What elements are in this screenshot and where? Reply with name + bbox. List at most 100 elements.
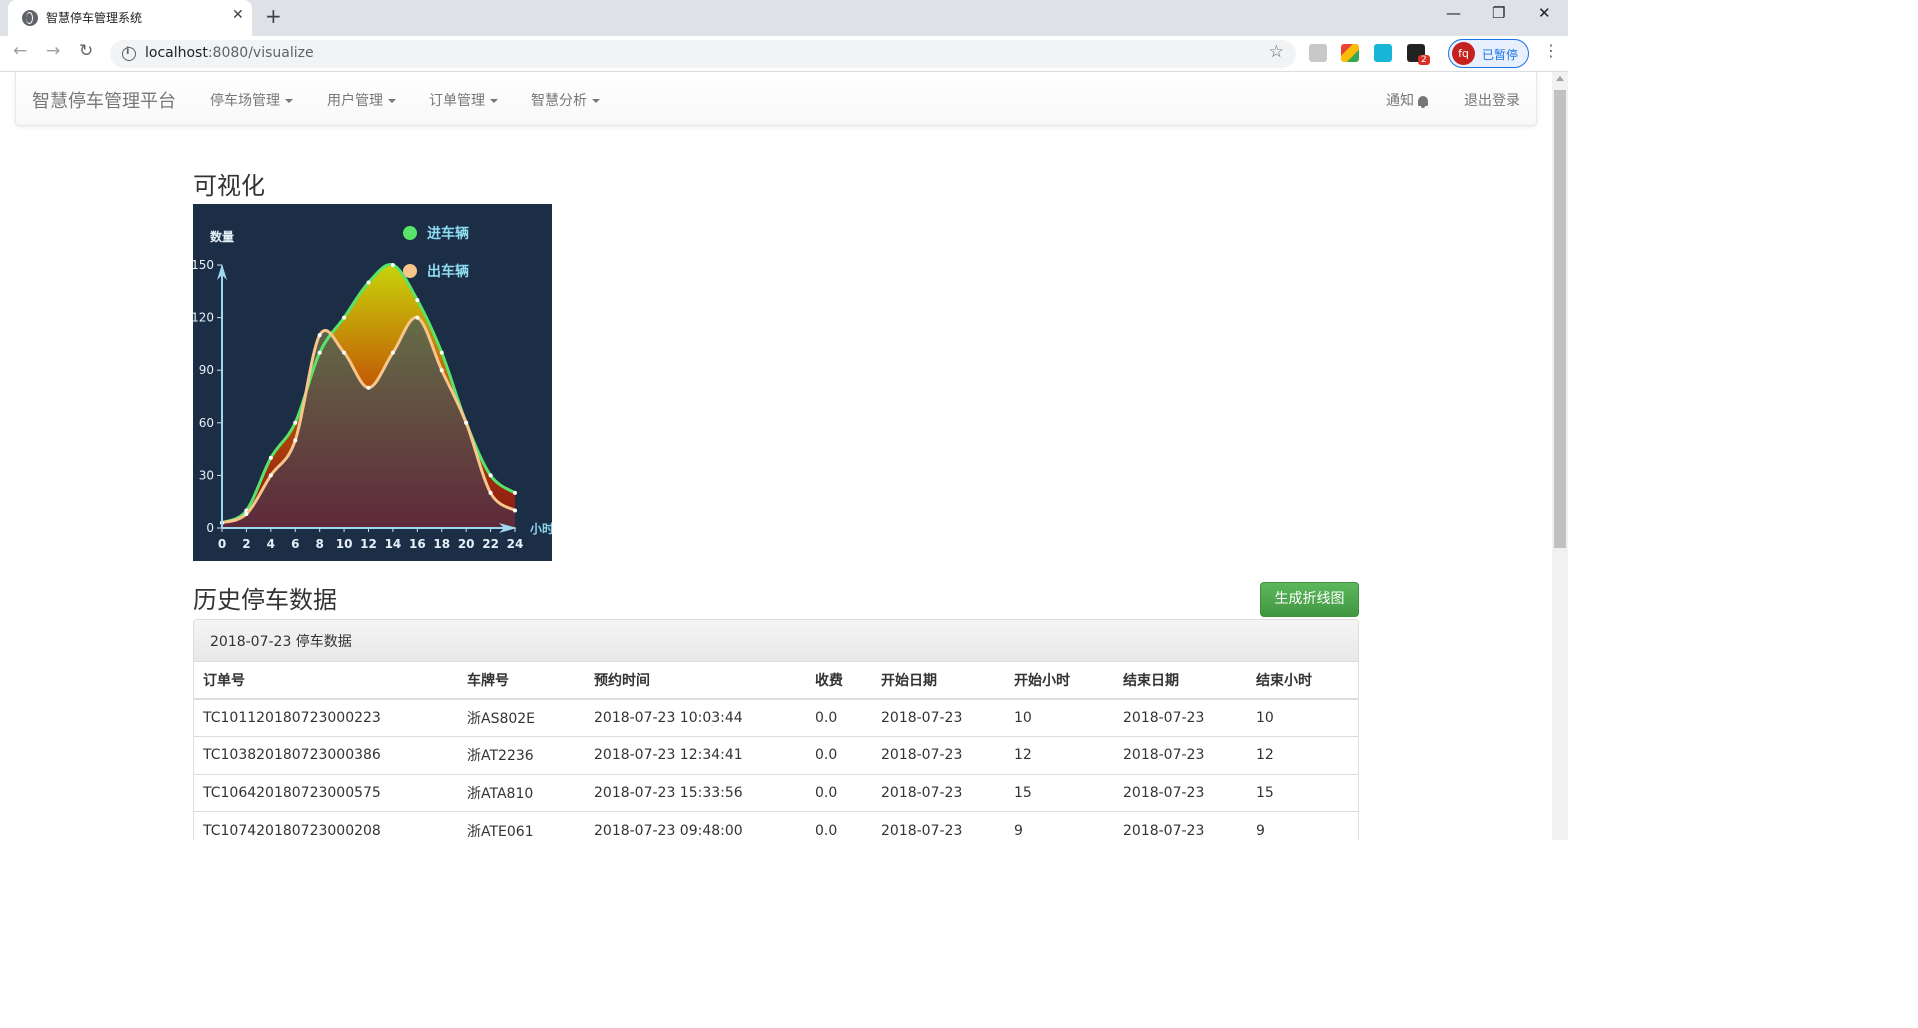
caret-down-icon — [592, 99, 600, 103]
restore-icon[interactable]: ❐ — [1492, 4, 1505, 22]
data-point — [317, 333, 322, 338]
browser-tabstrip: 智慧停车管理系统 ✕ + — ❐ ✕ — [0, 0, 1568, 36]
nav-logout[interactable]: 退出登录 — [1464, 90, 1520, 110]
browser-tab[interactable]: 智慧停车管理系统 ✕ — [8, 0, 252, 36]
table-cell: 浙ATA810 — [458, 773, 585, 812]
tab-title: 智慧停车管理系统 — [46, 11, 143, 25]
globe-icon — [22, 10, 38, 26]
table-cell: 2018-07-23 — [872, 773, 1005, 812]
browser-toolbar: ← → ↻ localhost:8080/visualize ☆ fq 已暂停 … — [0, 36, 1568, 72]
avatar: fq — [1452, 42, 1475, 65]
tab-close-icon[interactable]: ✕ — [232, 7, 244, 23]
nav-order-menu[interactable]: 订单管理 — [429, 90, 498, 110]
table-cell: 2018-07-23 — [1114, 811, 1247, 840]
page-scrollbar[interactable] — [1552, 72, 1568, 840]
data-point — [366, 385, 371, 390]
table-cell: 2018-07-23 — [1114, 773, 1247, 812]
address-bar[interactable]: localhost:8080/visualize ☆ — [110, 40, 1296, 68]
y-tick-label: 150 — [193, 258, 214, 272]
x-tick-label: 6 — [291, 537, 299, 551]
x-tick-label: 10 — [336, 537, 353, 551]
table-cell: 2018-07-23 — [872, 698, 1005, 737]
x-tick-label: 0 — [218, 537, 226, 551]
bookmark-star-icon[interactable]: ☆ — [1269, 42, 1284, 62]
nav-parking-lot-menu[interactable]: 停车场管理 — [210, 90, 293, 110]
x-tick-label: 14 — [385, 537, 402, 551]
data-point — [366, 280, 371, 285]
data-point — [390, 263, 395, 267]
legend-label: 进车辆 — [427, 225, 469, 242]
legend-label: 出车辆 — [427, 263, 469, 280]
table-cell: 0.0 — [806, 736, 872, 774]
info-icon[interactable] — [122, 46, 136, 61]
table-cell: 0.0 — [806, 811, 872, 840]
data-point — [342, 315, 347, 320]
y-tick-label: 0 — [206, 521, 214, 535]
scrollbar-thumb[interactable] — [1554, 90, 1566, 548]
history-heading: 历史停车数据 — [193, 586, 337, 614]
parking-table: 订单号 车牌号 预约时间 收费 开始日期 开始小时 结束日期 结束小时 TC10… — [194, 662, 1358, 840]
table-row: TC106420180723000575 浙ATA810 2018-07-23 … — [194, 773, 1358, 812]
table-cell: TC103820180723000386 — [194, 736, 458, 774]
scroll-up-icon[interactable] — [1556, 76, 1564, 81]
minimize-icon[interactable]: — — [1446, 4, 1461, 22]
x-tick-label: 16 — [409, 537, 426, 551]
table-cell: 2018-07-23 09:48:00 — [585, 811, 806, 840]
table-row: TC101120180723000223 浙AS802E 2018-07-23 … — [194, 698, 1358, 737]
nav-user-menu[interactable]: 用户管理 — [327, 90, 396, 110]
url-text[interactable]: localhost:8080/visualize — [145, 45, 314, 61]
table-cell: 浙ATE061 — [458, 811, 585, 840]
data-point — [513, 490, 517, 495]
new-tab-plus-icon[interactable]: + — [265, 4, 282, 28]
x-tick-label: 18 — [433, 537, 450, 551]
data-point — [415, 315, 420, 320]
data-point — [268, 455, 273, 460]
x-tick-label: 20 — [458, 537, 475, 551]
table-cell: TC101120180723000223 — [194, 698, 458, 737]
page-viewport: 智慧停车管理平台 停车场管理 用户管理 订单管理 智慧分析 通知 退出登录 可视… — [0, 72, 1568, 840]
x-tick-label: 12 — [360, 537, 377, 551]
data-point — [293, 420, 298, 425]
table-cell: 9 — [1247, 811, 1358, 840]
area-chart: 03060901201500 2 4 6 8 10 12 14 16 18 20 22 24数量小时进车… — [191, 225, 554, 551]
profile-status: 已暂停 — [1482, 48, 1519, 62]
caret-down-icon — [285, 99, 293, 103]
y-tick-label: 90 — [199, 363, 214, 377]
y-tick-label: 120 — [193, 311, 214, 325]
navbar-brand[interactable]: 智慧停车管理平台 — [32, 87, 176, 113]
parking-data-panel: 2018-07-23 停车数据 订单号 车牌号 预约时间 收费 开始日期 开始小… — [193, 619, 1359, 840]
table-cell: 0.0 — [806, 698, 872, 737]
table-cell: 浙AT2236 — [458, 736, 585, 774]
window-close-icon[interactable]: ✕ — [1538, 4, 1551, 22]
table-cell: 2018-07-23 — [872, 736, 1005, 774]
col-header: 开始日期 — [872, 662, 1005, 700]
data-point — [342, 350, 347, 355]
y-axis-label: 数量 — [210, 229, 234, 244]
nav-analysis-menu[interactable]: 智慧分析 — [531, 90, 600, 110]
x-axis-label: 小时 — [530, 521, 552, 536]
top-navbar: 智慧停车管理平台 停车场管理 用户管理 订单管理 智慧分析 通知 退出登录 — [15, 72, 1537, 126]
legend-marker — [403, 226, 417, 240]
table-cell: 2018-07-23 — [872, 811, 1005, 840]
data-point — [464, 420, 469, 425]
profile-button[interactable]: fq 已暂停 — [1448, 39, 1529, 68]
back-arrow-icon[interactable]: ← — [13, 41, 27, 61]
table-row: TC103820180723000386 浙AT2236 2018-07-23 … — [194, 736, 1358, 774]
bell-icon — [1418, 96, 1428, 108]
nav-notify[interactable]: 通知 — [1386, 90, 1428, 110]
col-header: 车牌号 — [458, 662, 585, 700]
y-tick-label: 30 — [199, 468, 214, 482]
table-cell: 2018-07-23 15:33:56 — [585, 773, 806, 812]
pen-extension-icon[interactable] — [1374, 44, 1392, 62]
browser-menu-icon[interactable]: ⋮ — [1543, 41, 1559, 60]
forward-arrow-icon[interactable]: → — [46, 41, 60, 61]
color-extension-icon[interactable] — [1341, 44, 1359, 62]
col-header: 预约时间 — [585, 662, 806, 700]
visualize-heading: 可视化 — [193, 172, 265, 200]
generate-chart-button[interactable]: 生成折线图 — [1260, 582, 1359, 617]
table-cell: TC107420180723000208 — [194, 811, 458, 840]
table-cell: 浙AS802E — [458, 698, 585, 737]
table-cell: 2018-07-23 — [1114, 698, 1247, 737]
folder-extension-icon[interactable] — [1309, 44, 1327, 62]
reload-icon[interactable]: ↻ — [79, 41, 93, 61]
